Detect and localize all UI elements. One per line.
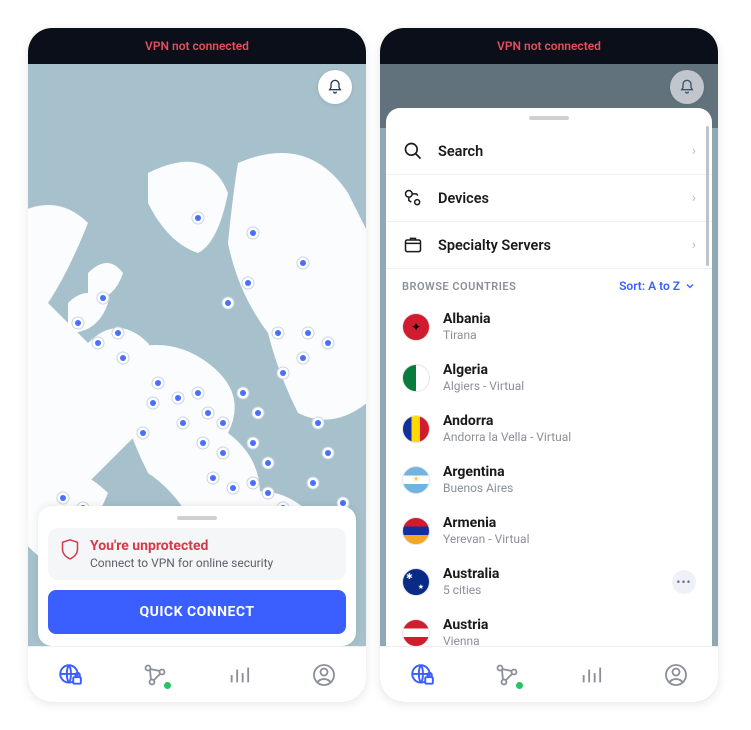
country-sheet[interactable]: Search › Devices › Specialty Servers › B…: [386, 108, 712, 646]
folder-icon: [403, 235, 423, 255]
country-row[interactable]: ✦ AlbaniaTirana: [386, 301, 712, 352]
country-list[interactable]: ✦AlbaniaTiranaAlgeriaAlgiers - VirtualAn…: [386, 301, 712, 646]
bottom-sheet[interactable]: You're unprotected Connect to VPN for on…: [38, 506, 356, 646]
flag-icon: [402, 364, 430, 392]
bars-icon: [228, 664, 250, 686]
drag-handle[interactable]: [177, 516, 217, 520]
status-dot: [516, 682, 523, 689]
status-bar: VPN not connected: [380, 28, 718, 64]
search-icon: [403, 141, 423, 161]
bell-icon: [679, 79, 695, 95]
vpn-status-text: VPN not connected: [497, 39, 601, 53]
flag-icon: [402, 415, 430, 443]
more-button[interactable]: •••: [672, 570, 696, 594]
flag-icon: ✦: [402, 313, 430, 341]
country-sub: Yerevan - Virtual: [443, 532, 696, 546]
vpn-status-text: VPN not connected: [145, 39, 249, 53]
country-name: Algeria: [443, 362, 696, 378]
country-sub: Vienna: [443, 634, 696, 646]
globe-lock-icon: [57, 662, 83, 688]
menu-label: Specialty Servers: [438, 237, 678, 254]
scroll-indicator: [706, 126, 709, 266]
tab-meshnet[interactable]: [135, 655, 175, 695]
chevron-right-icon: ›: [692, 143, 696, 159]
country-sub: 5 cities: [443, 583, 659, 597]
network-icon: [143, 663, 167, 687]
section-header: BROWSE COUNTRIES Sort: A to Z: [386, 269, 712, 301]
tab-bar: [380, 646, 718, 702]
section-title: BROWSE COUNTRIES: [402, 280, 516, 293]
country-row[interactable]: ☀ ArgentinaBuenos Aires: [386, 454, 712, 505]
tab-stats[interactable]: [219, 655, 259, 695]
flag-icon: ✱★: [402, 568, 430, 596]
menu-devices[interactable]: Devices ›: [386, 175, 712, 222]
user-icon: [312, 663, 336, 687]
flag-icon: [402, 517, 430, 545]
devices-icon: [403, 188, 423, 208]
tab-profile[interactable]: [656, 655, 696, 695]
chevron-right-icon: ›: [692, 190, 696, 206]
country-name: Armenia: [443, 515, 696, 531]
bell-icon: [327, 79, 343, 95]
country-sub: Algiers - Virtual: [443, 379, 696, 393]
country-name: Austria: [443, 617, 696, 633]
notifications-button[interactable]: [670, 70, 704, 104]
drag-handle[interactable]: [529, 116, 569, 120]
globe-lock-icon: [409, 662, 435, 688]
flag-icon: ☀: [402, 466, 430, 494]
country-name: Andorra: [443, 413, 696, 429]
status-dot: [164, 682, 171, 689]
tab-bar: [28, 646, 366, 702]
menu-specialty[interactable]: Specialty Servers ›: [386, 222, 712, 269]
flag-icon: [402, 619, 430, 647]
tab-home[interactable]: [50, 655, 90, 695]
country-row[interactable]: ✱★ Australia5 cities •••: [386, 556, 712, 607]
menu-label: Devices: [438, 190, 678, 207]
chevron-down-icon: [684, 280, 696, 292]
quick-connect-button[interactable]: QUICK CONNECT: [48, 590, 346, 634]
country-row[interactable]: AndorraAndorra la Vella - Virtual: [386, 403, 712, 454]
phone-left: VPN not connected: [28, 28, 366, 702]
country-row[interactable]: AustriaVienna: [386, 607, 712, 646]
country-name: Australia: [443, 566, 659, 582]
tab-meshnet[interactable]: [487, 655, 527, 695]
tab-stats[interactable]: [571, 655, 611, 695]
shield-icon: [60, 538, 80, 560]
tab-home[interactable]: [402, 655, 442, 695]
status-bar: VPN not connected: [28, 28, 366, 64]
country-name: Argentina: [443, 464, 696, 480]
country-sub: Tirana: [443, 328, 696, 342]
tab-profile[interactable]: [304, 655, 344, 695]
notifications-button[interactable]: [318, 70, 352, 104]
network-icon: [495, 663, 519, 687]
bars-icon: [580, 664, 602, 686]
user-icon: [664, 663, 688, 687]
chevron-right-icon: ›: [692, 237, 696, 253]
country-row[interactable]: ArmeniaYerevan - Virtual: [386, 505, 712, 556]
menu-label: Search: [438, 143, 678, 160]
alert-title: You're unprotected: [90, 538, 273, 554]
country-sub: Andorra la Vella - Virtual: [443, 430, 696, 444]
menu-search[interactable]: Search ›: [386, 128, 712, 175]
country-row[interactable]: AlgeriaAlgiers - Virtual: [386, 352, 712, 403]
country-sub: Buenos Aires: [443, 481, 696, 495]
phone-right: VPN not connected Search › Devices › Spe…: [380, 28, 718, 702]
alert-subtitle: Connect to VPN for online security: [90, 556, 273, 570]
unprotected-alert: You're unprotected Connect to VPN for on…: [48, 528, 346, 580]
country-name: Albania: [443, 311, 696, 327]
sort-button[interactable]: Sort: A to Z: [619, 279, 696, 293]
